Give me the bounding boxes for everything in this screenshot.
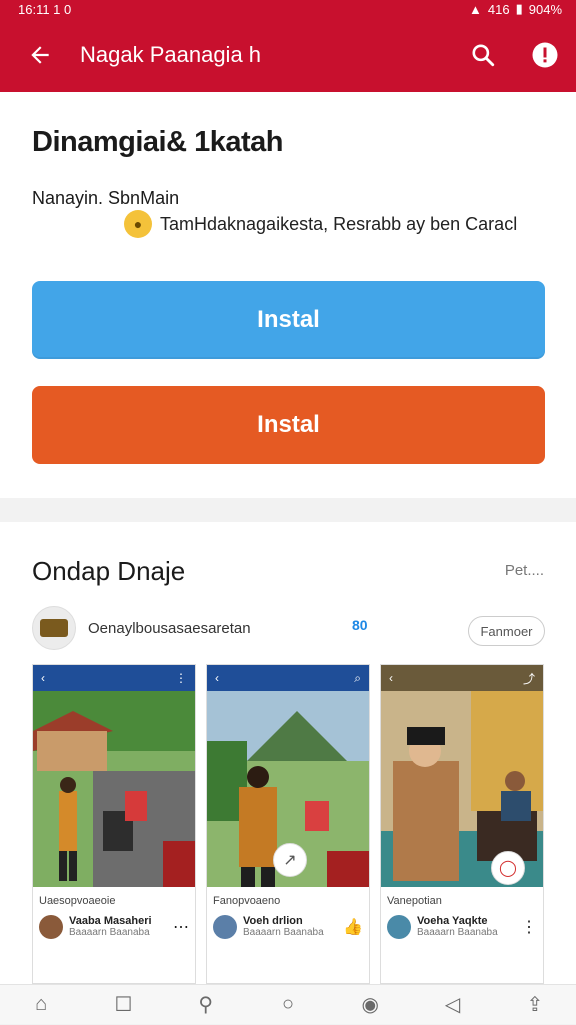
count-badge: 80 [352, 617, 368, 633]
install-button-secondary[interactable]: Instal [32, 386, 545, 464]
app-header-card: Dinamgiai& 1katah Nanayin. SbnMain ● Tam… [0, 92, 576, 498]
screenshot-photo: ↗ [207, 691, 369, 887]
search-icon[interactable]: ⚲ [186, 985, 226, 1025]
list-item: Voeha Yaqkte Baaaarn Baanaba ⋮ [381, 915, 543, 939]
wifi-icon: ▲ [469, 1, 482, 17]
item-name: Vaaba Masaheri [69, 915, 152, 927]
status-bar: 16:11 1 0 ▲ 416 ▮ 904% [0, 0, 576, 18]
screenshot-caption: Vanepotian [387, 895, 442, 907]
pin-icon[interactable]: ◯ [491, 851, 525, 885]
like-icon[interactable]: 👍 [343, 917, 363, 937]
battery-icon: ▮ [515, 1, 523, 16]
square-icon[interactable]: ☐ [103, 985, 143, 1025]
status-battery: 904% [528, 1, 562, 17]
avatar [39, 915, 63, 939]
more-icon[interactable]: ⋮ [521, 917, 537, 937]
search-icon [472, 44, 495, 67]
search-icon: ⌕ [354, 670, 361, 685]
screenshot-toolbar: ‹ ⌕ [207, 665, 369, 691]
chevron-left-icon: ‹ [215, 671, 219, 685]
more-icon[interactable]: ⋯ [173, 917, 189, 937]
app-note: ● TamHdaknagaikesta, Resrabb ay ben Cara… [124, 210, 517, 238]
home-icon[interactable]: ⌂ [21, 985, 61, 1025]
section-title: Ondap Dnaje [32, 556, 186, 586]
screenshot-caption: Fanopvoaeno [213, 895, 281, 907]
status-network: 416 [487, 1, 510, 17]
developer-name: Nanayin. SbnMain [32, 188, 180, 208]
page-title: Dinamgiai& 1katah [32, 126, 283, 158]
avatar[interactable] [32, 606, 76, 650]
item-name: Voeha Yaqkte [417, 915, 488, 927]
screenshot-toolbar: ‹ ⤴ [381, 665, 543, 691]
list-item: Voeh drlion Baaaarn Baanaba 👍 [207, 915, 369, 939]
section-more-link[interactable]: Pet.... [505, 562, 544, 579]
search-button[interactable] [452, 18, 514, 92]
item-detail: Baaaarn Baanaba [417, 927, 498, 938]
navigation-bar: ⌂ ☐ ⚲ ○ ◉ ◁ ⇪ [0, 984, 576, 1024]
info-icon [532, 42, 558, 68]
app-bar: Nagak Paanagia h [0, 18, 576, 92]
profile-name: Oenaylbousasaesaretan [88, 620, 251, 637]
chevron-left-icon: ‹ [41, 671, 45, 685]
status-time: 16:11 1 0 [18, 1, 72, 17]
follow-button[interactable]: Fanmoer [468, 616, 545, 646]
info-button[interactable] [514, 18, 576, 92]
avatar [387, 915, 411, 939]
screenshot-toolbar: ‹ ⋮ [33, 665, 195, 691]
app-note-text: TamHdaknagaikesta, Resrabb ay ben Caracl [160, 213, 518, 234]
share-icon[interactable]: ⇪ [515, 985, 555, 1025]
share-icon: ⤴ [522, 671, 535, 686]
dot-icon[interactable]: ◉ [350, 985, 390, 1025]
back-button[interactable] [0, 18, 80, 92]
list-item: Vaaba Masaheri Baaaarn Baanaba ⋯ [33, 915, 195, 939]
more-icon: ⋮ [175, 671, 187, 685]
screenshot-photo: ◯ [381, 691, 543, 887]
screenshots-section: Ondap Dnaje Pet.... Oenaylbousasaesareta… [0, 522, 576, 984]
avatar [213, 915, 237, 939]
screenshot-photo [33, 691, 195, 887]
screenshot-carousel[interactable]: ‹ ⋮ Uaesopvoaeoie Vaaba Masaheri Baaaarn… [32, 664, 546, 984]
back-triangle-icon[interactable]: ◁ [433, 985, 473, 1025]
item-detail: Baaaarn Baanaba [243, 927, 324, 938]
arrow-left-icon [31, 46, 49, 64]
share-icon[interactable]: ↗ [273, 843, 307, 877]
screenshot-2[interactable]: ‹ ⌕ ↗ Fanopvoaeno Voeh drlion Baaaarn Ba… [206, 664, 370, 984]
emoji-icon: ● [124, 210, 152, 238]
screenshot-3[interactable]: ‹ ⤴ ◯ Vanepotian Voeha Yaqkte Baaaarn Ba… [380, 664, 544, 984]
app-title: Nagak Paanagia h [80, 42, 262, 67]
screenshot-1[interactable]: ‹ ⋮ Uaesopvoaeoie Vaaba Masaheri Baaaarn… [32, 664, 196, 984]
item-detail: Baaaarn Baanaba [69, 927, 150, 938]
screenshot-caption: Uaesopvoaeoie [39, 895, 116, 907]
circle-icon[interactable]: ○ [268, 985, 308, 1025]
install-button-primary[interactable]: Instal [32, 281, 545, 359]
chevron-left-icon: ‹ [389, 671, 393, 685]
item-name: Voeh drlion [243, 915, 303, 927]
